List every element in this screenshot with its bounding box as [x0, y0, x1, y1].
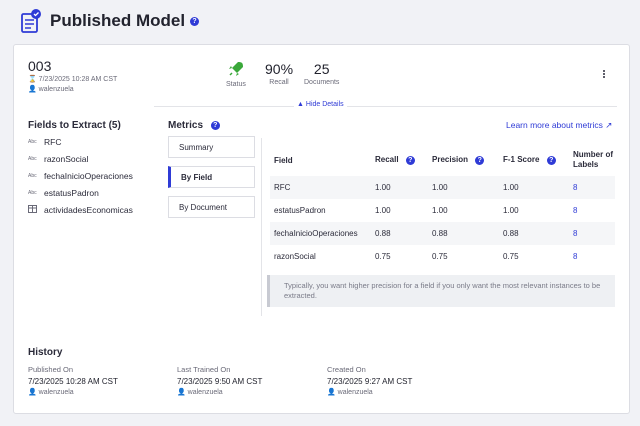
help-icon[interactable]: ? — [405, 155, 415, 165]
model-date: ⌛ 7/23/2025 10:28 AM CST — [28, 76, 118, 83]
text-field-icon: Abc — [28, 139, 37, 145]
user-icon: 👤 — [28, 86, 37, 93]
clock-icon: ⌛ — [28, 76, 37, 83]
published-model-icon — [20, 8, 42, 34]
field-item-estatuspadron: Abc estatusPadron — [28, 188, 99, 198]
column-header-labels: Number of Labels — [573, 150, 613, 169]
help-icon[interactable]: ? — [190, 16, 200, 26]
help-icon[interactable]: ? — [546, 155, 556, 165]
model-user: 👤 walenzuela — [28, 86, 74, 93]
metrics-table: Field Recall ? Precision ? F-1 Score ? N… — [270, 144, 615, 268]
learn-more-link[interactable]: Learn more about metrics ↗ — [506, 120, 612, 131]
column-header-recall: Recall ? — [371, 144, 428, 176]
model-id: 003 — [28, 58, 52, 74]
table-row: RFC 1.00 1.00 1.00 8 — [270, 176, 615, 199]
divider — [154, 106, 617, 107]
tab-by-field[interactable]: By Field — [168, 166, 255, 188]
text-field-icon: Abc — [28, 190, 37, 196]
rocket-icon — [226, 61, 246, 79]
external-link-icon: ↗ — [605, 120, 613, 130]
tab-by-document[interactable]: By Document — [168, 196, 255, 218]
labels-link[interactable]: 8 — [569, 199, 615, 222]
recall-label: Recall — [269, 79, 289, 86]
field-item-rfc: Abc RFC — [28, 137, 62, 147]
text-field-icon: Abc — [28, 173, 37, 179]
help-icon[interactable]: ? — [475, 155, 485, 165]
labels-link[interactable]: 8 — [569, 245, 615, 268]
labels-link[interactable]: 8 — [569, 222, 615, 245]
help-icon[interactable]: ? — [210, 120, 220, 130]
more-options-icon[interactable] — [603, 70, 606, 79]
recall-stat: 90% Recall — [265, 61, 293, 86]
hide-details-link[interactable]: ▲ Hide Details — [294, 101, 347, 108]
history-created: Created On 7/23/2025 9:27 AM CST 👤 walen… — [327, 365, 413, 396]
history-last-trained: Last Trained On 7/23/2025 9:50 AM CST 👤 … — [177, 365, 263, 396]
text-field-icon: Abc — [28, 156, 37, 162]
tab-summary[interactable]: Summary — [168, 136, 255, 158]
page-title: Published Model — [50, 11, 186, 30]
status-stat: Status — [226, 61, 246, 88]
history-published: Published On 7/23/2025 10:28 AM CST 👤 wa… — [28, 365, 118, 396]
field-item-actividades: actividadesEconomicas — [28, 205, 133, 215]
table-row: razonSocial 0.75 0.75 0.75 8 — [270, 245, 615, 268]
chevron-up-icon: ▲ — [297, 101, 304, 108]
model-card: 003 ⌛ 7/23/2025 10:28 AM CST 👤 walenzuel… — [13, 44, 630, 414]
labels-link[interactable]: 8 — [569, 176, 615, 199]
fields-title: Fields to Extract (5) — [28, 120, 121, 131]
column-header-field: Field — [274, 155, 293, 165]
history-title: History — [28, 347, 63, 358]
table-icon — [28, 205, 40, 215]
documents-stat: 25 Documents — [304, 61, 339, 86]
user-icon: 👤 — [177, 389, 186, 396]
column-header-f1: F-1 Score ? — [499, 144, 569, 176]
precision-note: Typically, you want higher precision for… — [267, 275, 615, 307]
documents-value: 25 — [313, 61, 330, 77]
field-item-fechainicio: Abc fechaInicioOperaciones — [28, 171, 133, 181]
recall-value: 90% — [265, 61, 294, 77]
user-icon: 👤 — [28, 389, 37, 396]
column-header-precision: Precision ? — [428, 144, 499, 176]
user-icon: 👤 — [327, 389, 336, 396]
divider — [261, 138, 262, 316]
metrics-title: Metrics ? — [168, 120, 220, 131]
status-label: Status — [226, 81, 246, 88]
table-row: estatusPadron 1.00 1.00 1.00 8 — [270, 199, 615, 222]
documents-label: Documents — [304, 79, 340, 86]
page-header: Published Model ? — [20, 4, 200, 38]
field-item-razonsocial: Abc razonSocial — [28, 154, 89, 164]
table-row: fechaInicioOperaciones 0.88 0.88 0.88 8 — [270, 222, 615, 245]
